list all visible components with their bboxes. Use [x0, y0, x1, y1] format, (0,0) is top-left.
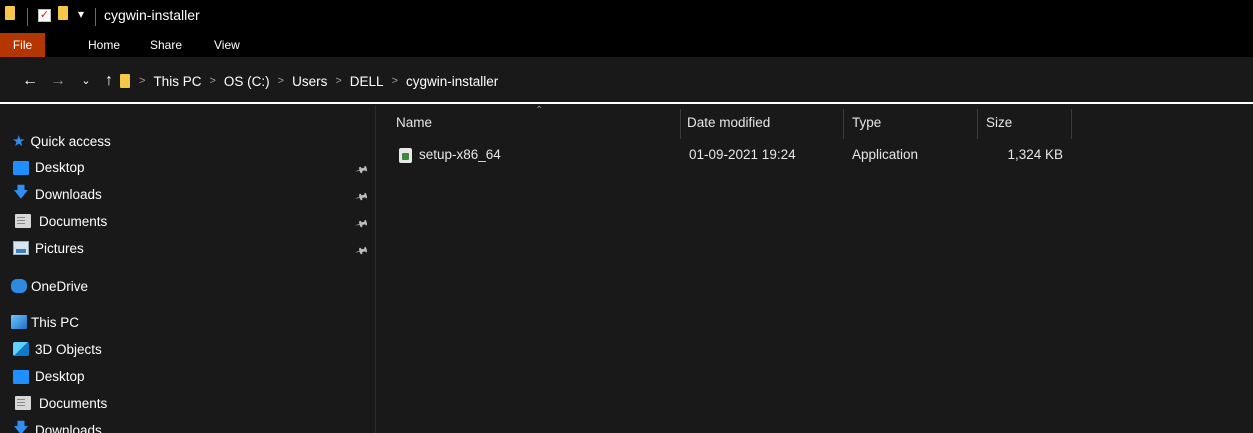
breadcrumb-os-c[interactable]: OS (C:) — [221, 74, 273, 89]
file-name[interactable]: setup-x86_64 — [419, 147, 501, 162]
pictures-icon — [13, 241, 29, 255]
ribbon-tabs: File Home Share View — [0, 33, 1253, 57]
breadcrumb-dell[interactable]: DELL — [347, 74, 387, 89]
sidebar-item-label: Documents — [39, 395, 108, 411]
column-divider[interactable] — [977, 109, 978, 139]
address-bar-border — [0, 102, 1253, 104]
address-row: ← → ⌄ ↑ > This PC > OS (C:) > Users > DE… — [0, 57, 1253, 105]
desktop-icon — [13, 161, 29, 175]
window-title: cygwin-installer — [104, 7, 200, 23]
sidebar-item-desktop[interactable]: Desktop — [13, 156, 85, 178]
cloud-icon — [11, 279, 27, 293]
column-header-type[interactable]: Type — [852, 112, 881, 142]
document-icon — [15, 396, 31, 410]
computer-icon — [11, 315, 27, 329]
sidebar-item-label: Downloads — [35, 422, 102, 433]
sidebar-item-pictures[interactable]: Pictures — [13, 237, 84, 259]
sidebar-item-onedrive[interactable]: OneDrive — [11, 275, 88, 297]
navigation-pane[interactable]: ★ Quick access Desktop 🖈 🡇 Downloads 🖈 D… — [0, 105, 376, 433]
download-arrow-icon: 🡇 — [13, 183, 29, 201]
column-divider[interactable] — [680, 109, 681, 139]
file-size: 1,324 KB — [1007, 147, 1063, 162]
sidebar-item-label: This PC — [31, 314, 80, 330]
title-bar: ✓ ▾ cygwin-installer — [0, 0, 1253, 33]
sidebar-item-label: Desktop — [35, 159, 85, 175]
breadcrumb: > This PC > OS (C:) > Users > DELL > cyg… — [134, 69, 501, 93]
tab-file[interactable]: File — [0, 33, 45, 57]
column-divider[interactable] — [843, 109, 844, 139]
recent-locations-chevron-icon[interactable]: ⌄ — [76, 71, 96, 91]
tab-share[interactable]: Share — [150, 33, 182, 57]
file-list[interactable]: ⌃ Name Date modified Type Size setup-x86… — [377, 105, 1253, 433]
sidebar-item-downloads[interactable]: 🡇 Downloads — [13, 183, 102, 205]
divider — [27, 8, 28, 26]
sidebar-item-documents-pc[interactable]: Documents — [13, 392, 107, 414]
chevron-right-icon[interactable]: > — [387, 75, 403, 87]
sidebar-item-3d-objects[interactable]: 3D Objects — [13, 338, 102, 360]
sidebar-item-this-pc[interactable]: This PC — [11, 311, 79, 333]
sidebar-item-label: Quick access — [30, 133, 111, 149]
chevron-right-icon[interactable]: > — [330, 75, 346, 87]
divider — [95, 8, 96, 26]
column-header-size[interactable]: Size — [986, 112, 1012, 142]
tab-view[interactable]: View — [214, 33, 240, 57]
pin-icon[interactable]: 🖈 — [351, 186, 371, 210]
sidebar-item-quick-access[interactable]: ★ Quick access — [12, 130, 111, 152]
file-date-modified: 01-09-2021 19:24 — [689, 147, 796, 162]
column-header-name[interactable]: Name — [396, 112, 432, 142]
pin-icon[interactable]: 🖈 — [351, 240, 371, 264]
breadcrumb-users[interactable]: Users — [289, 74, 330, 89]
document-icon — [15, 214, 31, 228]
sidebar-item-label: 3D Objects — [35, 341, 102, 357]
column-divider[interactable] — [1071, 109, 1072, 139]
pin-icon[interactable]: 🖈 — [351, 213, 371, 237]
sidebar-item-label: Downloads — [35, 186, 102, 202]
download-arrow-icon: 🡇 — [13, 419, 29, 433]
folder-icon — [120, 74, 130, 88]
chevron-right-icon[interactable]: > — [134, 75, 150, 87]
up-arrow-icon[interactable]: ↑ — [99, 71, 119, 91]
back-arrow-icon[interactable]: ← — [20, 71, 40, 91]
breadcrumb-cygwin-installer[interactable]: cygwin-installer — [403, 74, 501, 89]
desktop-icon — [13, 370, 29, 384]
customize-qat-icon[interactable]: ▾ — [78, 7, 84, 21]
folder-icon — [5, 6, 15, 20]
properties-checkbox-icon[interactable]: ✓ — [38, 9, 51, 22]
new-folder-icon[interactable] — [58, 6, 68, 20]
cube-icon — [13, 342, 29, 356]
sidebar-item-label: Desktop — [35, 368, 85, 384]
column-header-date-modified[interactable]: Date modified — [687, 112, 770, 142]
application-icon — [399, 148, 412, 163]
sidebar-item-label: Documents — [39, 213, 108, 229]
sidebar-item-downloads-pc[interactable]: 🡇 Downloads — [13, 419, 102, 433]
file-type: Application — [852, 147, 919, 162]
chevron-right-icon[interactable]: > — [204, 75, 220, 87]
sidebar-item-label: OneDrive — [31, 278, 89, 294]
pin-icon[interactable]: 🖈 — [351, 159, 371, 183]
sidebar-item-label: Pictures — [35, 240, 84, 256]
star-icon: ★ — [12, 133, 26, 150]
forward-arrow-icon[interactable]: → — [48, 71, 68, 91]
sidebar-item-desktop-pc[interactable]: Desktop — [13, 365, 85, 387]
breadcrumb-this-pc[interactable]: This PC — [150, 74, 204, 89]
chevron-right-icon[interactable]: > — [273, 75, 289, 87]
sidebar-item-documents[interactable]: Documents — [13, 210, 107, 232]
tab-home[interactable]: Home — [88, 33, 120, 57]
table-row[interactable]: setup-x86_64 01-09-2021 19:24 Applicatio… — [377, 144, 1253, 168]
sort-ascending-icon: ⌃ — [535, 105, 544, 116]
